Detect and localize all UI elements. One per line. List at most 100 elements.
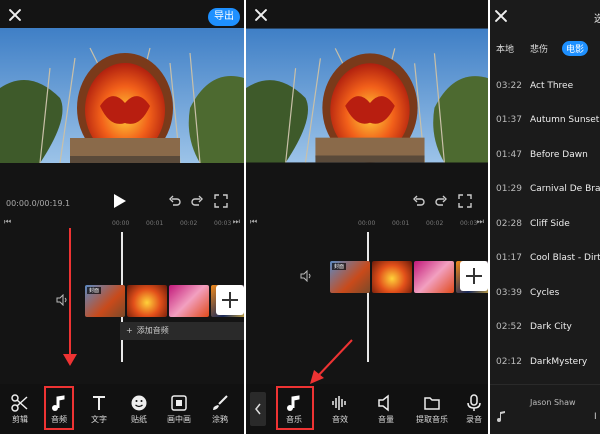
clip-thumbnail[interactable]	[169, 285, 209, 317]
list-item[interactable]: 01:29 Carnival De Bravo	[490, 184, 600, 218]
clip-thumbnail[interactable]	[127, 285, 167, 317]
ruler-tick: 00:03	[214, 220, 232, 227]
song-title: Before Dawn	[530, 150, 588, 160]
cover-label: 封面	[332, 263, 347, 270]
clip-thumbnail[interactable]	[414, 261, 454, 293]
artist-suffix: I	[594, 412, 597, 422]
undo-icon[interactable]	[412, 194, 426, 208]
tool-label: 录音	[466, 415, 482, 424]
ruler-tick: 00:01	[392, 220, 410, 227]
ruler-tick: 00:02	[180, 220, 198, 227]
song-duration: 03:39	[496, 288, 522, 298]
volume-icon[interactable]	[300, 270, 312, 282]
tool-label: 剪辑	[12, 415, 28, 424]
add-clip-button[interactable]	[460, 261, 488, 291]
scissors-icon	[11, 394, 28, 412]
brush-icon	[213, 395, 228, 410]
song-title: Cool Blast - Dirty	[530, 253, 600, 263]
play-icon[interactable]	[114, 194, 126, 208]
song-duration: 01:47	[496, 150, 522, 160]
video-preview	[246, 28, 488, 163]
song-duration: 02:52	[496, 322, 522, 332]
video-preview	[0, 28, 244, 163]
folder-icon	[424, 397, 440, 410]
ruler-tick: 00:03	[460, 220, 478, 227]
tool-label: 贴纸	[131, 415, 147, 424]
timeline-ruler: ⏮ 00:00 00:01 00:02 00:03 ⏭	[250, 217, 484, 227]
add-clip-button[interactable]	[216, 285, 244, 315]
highlight-box	[44, 386, 74, 430]
close-icon[interactable]	[494, 9, 508, 23]
list-item[interactable]: 03:22 Act Three	[490, 81, 600, 115]
clip-thumbnail[interactable]: 封面	[85, 285, 125, 317]
tab-sad[interactable]: 悲伤	[530, 42, 548, 55]
cover-label: 封面	[87, 287, 102, 294]
volume-icon[interactable]	[56, 294, 68, 306]
tool-doodle[interactable]: 涂鸦	[202, 384, 238, 434]
ruler-tick: 00:01	[146, 220, 164, 227]
annotation-arrow	[310, 339, 353, 384]
ruler-tick: 00:00	[112, 220, 130, 227]
ruler-tick: 00:02	[426, 220, 444, 227]
select-label[interactable]: 选	[594, 10, 600, 25]
sound-wave-icon	[332, 396, 346, 410]
undo-icon[interactable]	[168, 194, 182, 208]
tool-edit[interactable]: 剪辑	[2, 384, 38, 434]
tool-sound-effect[interactable]: 音效	[322, 384, 358, 434]
song-title: Autumn Sunset	[530, 115, 600, 125]
category-tabs: 本地 悲伤 电影	[490, 41, 600, 60]
timeline-ruler: ⏮ 00:00 00:01 00:02 00:03 ⏭	[4, 217, 240, 227]
editor-panel-audio: ⏮ 00:00 00:01 00:02 00:03 ⏭ 封面 音乐 音效 音量 …	[246, 0, 488, 434]
tab-movie[interactable]: 电影	[562, 41, 589, 56]
annotation-arrow	[69, 228, 71, 360]
close-icon[interactable]	[8, 8, 22, 22]
tool-picture-in-picture[interactable]: 画中画	[161, 384, 197, 434]
tool-volume[interactable]: 音量	[368, 384, 404, 434]
microphone-icon	[467, 394, 481, 411]
text-icon	[93, 396, 105, 410]
list-item[interactable]: 01:47 Before Dawn	[490, 150, 600, 184]
timeline-playhead[interactable]	[367, 232, 369, 362]
close-icon[interactable]	[254, 8, 268, 22]
song-duration: 01:37	[496, 115, 522, 125]
highlight-box	[276, 386, 314, 430]
picture-in-picture-icon	[171, 395, 187, 411]
list-item[interactable]: 03:39 Cycles	[490, 288, 600, 322]
tool-extract-music[interactable]: 提取音乐	[412, 384, 452, 434]
artist-name: Jason Shaw	[530, 398, 576, 407]
ruler-tick: 00:00	[358, 220, 376, 227]
song-title: Cliff Side	[530, 219, 570, 229]
clip-thumbnail[interactable]	[372, 261, 412, 293]
song-duration: 02:12	[496, 357, 522, 367]
editor-panel-main: 导出 00:00.0/00:19.1 ⏮ 00:00 00:01 00:02 0…	[0, 0, 244, 434]
volume-icon	[378, 394, 389, 412]
music-note-icon	[497, 411, 505, 422]
tab-local[interactable]: 本地	[496, 42, 514, 55]
song-duration: 02:28	[496, 219, 522, 229]
sticker-icon	[131, 395, 147, 411]
export-button[interactable]: 导出	[208, 8, 240, 26]
list-item[interactable]: 01:17 Cool Blast - Dirty	[490, 253, 600, 287]
fullscreen-icon[interactable]	[458, 194, 472, 208]
tool-text[interactable]: 文字	[81, 384, 117, 434]
clip-thumbnail[interactable]: 封面	[330, 261, 370, 293]
song-duration: 01:17	[496, 253, 522, 263]
tool-record[interactable]: 录音	[460, 384, 488, 434]
tool-label: 提取音乐	[416, 415, 448, 424]
back-button[interactable]	[250, 392, 266, 426]
now-playing-bar	[490, 384, 600, 434]
redo-icon[interactable]	[434, 194, 448, 208]
tool-label: 文字	[91, 415, 107, 424]
list-item[interactable]: 02:28 Cliff Side	[490, 219, 600, 253]
song-duration: 03:22	[496, 81, 522, 91]
list-item[interactable]: 01:37 Autumn Sunset	[490, 115, 600, 149]
list-item[interactable]: 02:52 Dark City	[490, 322, 600, 356]
tool-label: 音效	[332, 415, 348, 424]
tool-sticker[interactable]: 贴纸	[121, 384, 157, 434]
chevron-left-icon	[255, 403, 261, 415]
music-library-panel: 选 本地 悲伤 电影 03:22 Act Three 01:37 Autumn Su…	[490, 0, 600, 434]
redo-icon[interactable]	[190, 194, 204, 208]
add-audio-button[interactable]: + 添加音频	[120, 322, 244, 340]
fullscreen-icon[interactable]	[214, 194, 228, 208]
arrowhead-icon	[63, 354, 77, 366]
